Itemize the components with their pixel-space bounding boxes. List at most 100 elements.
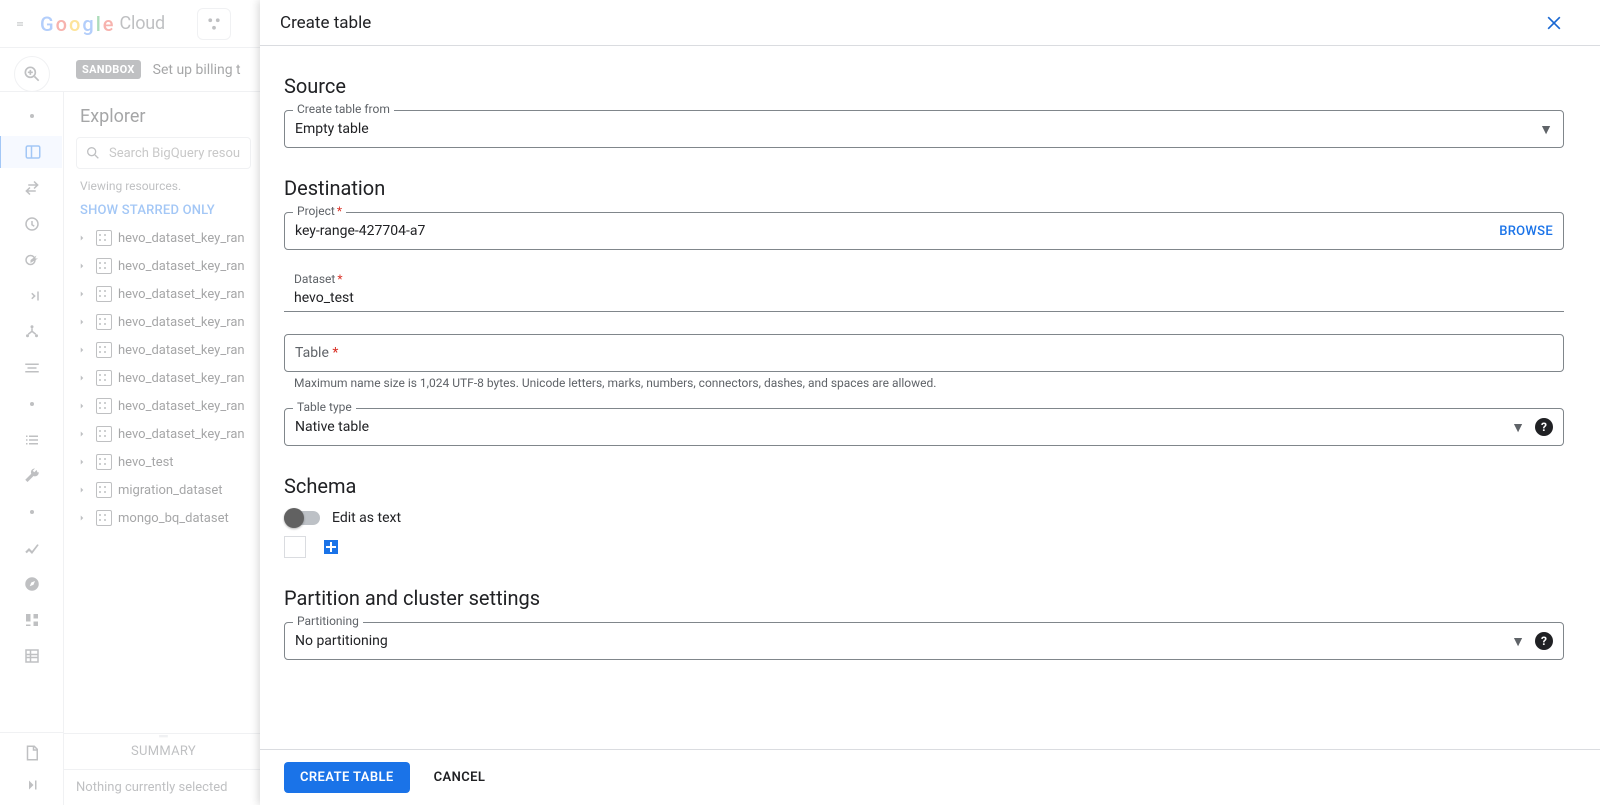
tree-item[interactable]: hevo_dataset_key_ran (64, 252, 263, 280)
table-name-helper: Maximum name size is 1,024 UTF-8 bytes. … (294, 376, 1564, 390)
create-table-panel: Create table Source Create table from Em… (260, 0, 1600, 805)
dataset-icon (96, 426, 112, 442)
show-starred-button[interactable]: SHOW STARRED ONLY (64, 195, 263, 224)
expand-rail-icon[interactable] (4, 769, 60, 801)
target-icon[interactable] (4, 244, 60, 276)
project-field[interactable]: Project* key-range-427704-a7 BROWSE (284, 212, 1564, 250)
tree-item[interactable]: migration_dataset (64, 476, 263, 504)
create-table-button[interactable]: CREATE TABLE (284, 762, 410, 793)
dataset-icon (96, 510, 112, 526)
dataset-icon (96, 454, 112, 470)
search-field[interactable] (107, 145, 242, 162)
close-icon[interactable] (1538, 7, 1570, 39)
create-table-from-select[interactable]: Create table from Empty table ▼ (284, 110, 1564, 148)
table-type-select[interactable]: Table type Native table ▼ ? (284, 408, 1564, 446)
dataset-field[interactable]: Dataset* (284, 272, 1564, 312)
chevron-down-icon: ▼ (1539, 121, 1553, 138)
chevron-right-icon (74, 233, 90, 243)
cancel-button[interactable]: CANCEL (434, 770, 486, 785)
project-selector-button[interactable] (197, 8, 231, 40)
explorer-title: Explorer (80, 106, 247, 127)
add-field-button[interactable] (324, 540, 338, 554)
selection-empty-label: Nothing currently selected (64, 769, 263, 805)
tree-item[interactable]: hevo_dataset_key_ran (64, 420, 263, 448)
explorer-panel: Explorer Viewing resources. SHOW STARRED… (64, 92, 264, 805)
chevron-right-icon (74, 429, 90, 439)
tree-item-label: migration_dataset (118, 483, 223, 498)
partitioning-select[interactable]: Partitioning No partitioning ▼ ? (284, 622, 1564, 660)
field-label: Create table from (293, 102, 394, 116)
swap-icon[interactable] (4, 172, 60, 204)
panel-header: Create table (260, 0, 1600, 46)
tree-item-label: hevo_dataset_key_ran (118, 259, 245, 274)
tree-item[interactable]: hevo_dataset_key_ran (64, 280, 263, 308)
rail-panel-icon[interactable] (0, 136, 62, 168)
rail-dot-3[interactable] (4, 496, 60, 528)
tree-item[interactable]: hevo_dataset_key_ran (64, 364, 263, 392)
chevron-right-icon (74, 457, 90, 467)
edit-as-text-toggle[interactable] (284, 508, 320, 528)
list-icon[interactable] (4, 424, 60, 456)
help-icon[interactable]: ? (1535, 418, 1553, 436)
table-name-field[interactable]: Table * (284, 334, 1564, 372)
summary-tab[interactable]: SUMMARY (64, 733, 263, 769)
tree-item-label: hevo_dataset_key_ran (118, 343, 245, 358)
table-icon[interactable] (4, 640, 60, 672)
dataset-icon (96, 370, 112, 386)
chevron-right-icon (74, 485, 90, 495)
field-placeholder: Table * (295, 345, 338, 361)
viewing-label: Viewing resources. (64, 177, 263, 195)
menu-icon[interactable] (8, 12, 32, 36)
dashboard-icon[interactable] (4, 604, 60, 636)
explore-icon[interactable] (4, 568, 60, 600)
tree-item[interactable]: hevo_dataset_key_ran (64, 308, 263, 336)
chevron-right-icon (74, 373, 90, 383)
sandbox-badge: SANDBOX (76, 60, 141, 79)
chevron-right-icon (74, 401, 90, 411)
clock-icon[interactable] (4, 208, 60, 240)
bigquery-icon[interactable] (14, 56, 50, 92)
tree-item-label: hevo_dataset_key_ran (118, 315, 245, 330)
tree-item[interactable]: hevo_dataset_key_ran (64, 392, 263, 420)
section-schema: Schema (284, 474, 1564, 498)
search-input[interactable] (76, 137, 251, 169)
chevron-right-icon (74, 345, 90, 355)
panel-footer: CREATE TABLE CANCEL (260, 749, 1600, 805)
align-icon[interactable] (4, 352, 60, 384)
schema-empty-box (284, 536, 306, 558)
tree-item[interactable]: mongo_bq_dataset (64, 504, 263, 532)
tree-item-label: mongo_bq_dataset (118, 511, 229, 526)
tree-item[interactable]: hevo_test (64, 448, 263, 476)
cloud-word: Cloud (120, 13, 165, 34)
wrench-icon[interactable] (4, 460, 60, 492)
field-value: Native table (295, 419, 1511, 435)
field-label: Dataset* (294, 272, 343, 286)
left-nav-rail (0, 92, 64, 805)
dataset-icon (96, 398, 112, 414)
tree-item-label: hevo_dataset_key_ran (118, 371, 245, 386)
dataset-icon (96, 342, 112, 358)
chevron-right-icon (74, 513, 90, 523)
field-label: Project* (293, 204, 346, 218)
document-icon[interactable] (4, 737, 60, 769)
help-icon[interactable]: ? (1535, 632, 1553, 650)
search-icon (85, 145, 101, 161)
google-cloud-logo[interactable]: Google Cloud (40, 12, 165, 36)
tree-item[interactable]: hevo_dataset_key_ran (64, 224, 263, 252)
chart-icon[interactable] (4, 532, 60, 564)
dataset-input[interactable] (294, 290, 1554, 306)
rail-dot[interactable] (4, 100, 60, 132)
edit-as-text-label: Edit as text (332, 510, 401, 526)
dataset-icon (96, 230, 112, 246)
forward-icon[interactable] (4, 280, 60, 312)
tree-item-label: hevo_dataset_key_ran (118, 427, 245, 442)
tree-item[interactable]: hevo_dataset_key_ran (64, 336, 263, 364)
field-value: Empty table (295, 121, 1539, 137)
field-label: Table type (293, 400, 356, 414)
rail-dot-2[interactable] (4, 388, 60, 420)
tree-icon[interactable] (4, 316, 60, 348)
chevron-down-icon: ▼ (1511, 419, 1525, 436)
resource-tree: hevo_dataset_key_ran hevo_dataset_key_ran… (64, 224, 263, 729)
browse-button[interactable]: BROWSE (1499, 224, 1553, 239)
chevron-right-icon (74, 261, 90, 271)
